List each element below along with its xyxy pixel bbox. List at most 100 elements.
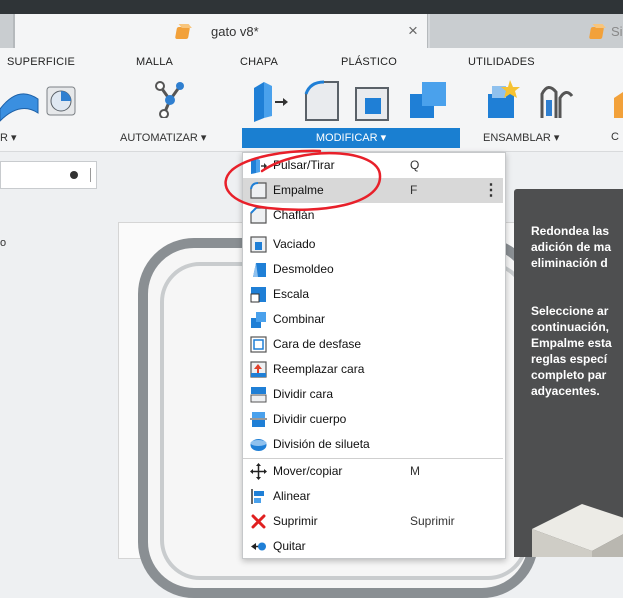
new-component-icon <box>488 80 520 118</box>
document-tab-next[interactable]: Si <box>430 14 623 48</box>
tab-superficie[interactable]: SUPERFICIE <box>7 56 75 68</box>
document-tab-title: gato v8* <box>211 24 259 39</box>
menu-item-escala[interactable]: Escala <box>243 282 503 307</box>
tab-malla[interactable]: MALLA <box>136 56 173 68</box>
modify-dropdown-menu: Pulsar/Tirar Q Empalme F ⋮ Chaflán Vacia… <box>242 152 506 559</box>
split-body-icon <box>250 412 267 427</box>
modify-menu-button[interactable]: MODIFICAR ▾ <box>242 128 460 148</box>
assemble-tool-icons <box>488 80 623 118</box>
menu-item-shortcut: M <box>410 464 420 478</box>
menu-item-label: Chaflán <box>273 208 315 222</box>
fillet-icon <box>304 80 339 121</box>
more-options-icon[interactable]: ⋮ <box>483 180 499 200</box>
tooltip-line: completo par <box>531 368 607 382</box>
joint-icon <box>540 86 574 118</box>
menu-item-label: Empalme <box>273 183 324 197</box>
document-cube-icon <box>588 27 605 39</box>
replace-face-icon <box>250 361 267 378</box>
menu-item-cara-de-desfase[interactable]: Cara de desfase <box>243 332 503 357</box>
tooltip-line: Redondea las <box>531 224 610 238</box>
partial-tool-icon <box>614 92 623 118</box>
document-tab-next-title: Si <box>611 24 623 39</box>
combine-icon <box>251 312 266 328</box>
draft-icon <box>253 263 266 277</box>
menu-item-shortcut: Suprimir <box>410 514 455 528</box>
menu-item-dividir-cuerpo[interactable]: Dividir cuerpo <box>243 407 503 432</box>
menu-item-division-de-silueta[interactable]: División de silueta <box>243 432 503 457</box>
visibility-dot-icon[interactable] <box>70 171 78 179</box>
align-icon <box>251 489 264 504</box>
delete-icon <box>251 514 266 529</box>
remove-icon <box>251 542 266 551</box>
press-pull-icon <box>254 82 288 122</box>
menu-item-desmoldeo[interactable]: Desmoldeo <box>243 257 503 282</box>
tooltip-line: Seleccione ar <box>531 304 609 318</box>
tooltip-line: continuación, <box>531 320 609 334</box>
command-tooltip: Redondea las adición de ma eliminación d… <box>514 189 623 557</box>
tooltip-line: adición de ma <box>531 240 612 254</box>
document-tab-bar: gato v8* × Si <box>0 14 623 48</box>
menu-item-combinar[interactable]: Combinar <box>243 307 503 332</box>
browser-panel-header[interactable] <box>0 161 97 189</box>
combine-icon <box>410 82 446 118</box>
tooltip-line: Empalme esta <box>531 336 612 350</box>
tab-plastico[interactable]: PLÁSTICO <box>341 56 397 68</box>
menu-item-pulsar-tirar[interactable]: Pulsar/Tirar Q <box>243 153 503 178</box>
menu-item-quitar[interactable]: Quitar <box>243 534 503 559</box>
menu-item-label: Alinear <box>273 489 311 503</box>
move-icon <box>250 463 267 480</box>
menu-item-suprimir[interactable]: Suprimir Suprimir <box>243 509 503 534</box>
group-assemble[interactable]: ENSAMBLAR ▾ <box>483 131 559 144</box>
fillet-icon <box>250 182 267 199</box>
menu-item-dividir-cara[interactable]: Dividir cara <box>243 382 503 407</box>
automate-icon[interactable] <box>150 78 190 118</box>
shell-icon <box>355 87 389 121</box>
tab-utilidades[interactable]: UTILIDADES <box>468 56 535 68</box>
menu-item-label: Combinar <box>273 312 326 326</box>
group-right-cut[interactable]: C <box>611 131 619 143</box>
tooltip-illustration <box>532 504 623 557</box>
window-title-strip <box>0 0 623 14</box>
menu-item-alinear[interactable]: Alinear <box>243 484 503 509</box>
menu-item-label: Vaciado <box>273 237 316 251</box>
document-cube-icon <box>174 27 191 39</box>
panel-divider <box>90 168 91 182</box>
document-tab-previous[interactable] <box>0 14 14 48</box>
tooltip-line: adyacentes. <box>531 384 600 398</box>
offset-face-icon <box>250 336 267 353</box>
browser-panel-item-label[interactable]: o <box>0 237 6 249</box>
menu-item-label: Pulsar/Tirar <box>273 158 335 172</box>
menu-item-empalme[interactable]: Empalme F ⋮ <box>243 178 503 203</box>
tooltip-line: reglas especí <box>531 352 608 366</box>
surface-patch-icon[interactable] <box>0 81 80 123</box>
toolbar: SUPERFICIE MALLA CHAPA PLÁSTICO UTILIDAD… <box>0 48 623 152</box>
menu-item-vaciado[interactable]: Vaciado <box>243 232 503 257</box>
menu-item-shortcut: F <box>410 183 418 197</box>
menu-item-label: Dividir cuerpo <box>273 412 347 426</box>
menu-item-label: Mover/copiar <box>273 464 343 478</box>
chamfer-icon <box>250 207 267 224</box>
press-pull-icon <box>251 158 267 174</box>
modify-tool-icons <box>254 80 446 122</box>
menu-item-label: Desmoldeo <box>273 262 334 276</box>
shell-icon <box>250 236 267 253</box>
modify-menu-label: MODIFICAR ▾ <box>315 132 387 144</box>
menu-item-chaflan[interactable]: Chaflán <box>243 203 503 228</box>
menu-item-label: Escala <box>273 287 310 301</box>
split-face-icon <box>250 387 267 403</box>
close-icon[interactable]: × <box>408 21 418 41</box>
menu-item-label: Cara de desfase <box>273 337 362 351</box>
group-automate[interactable]: AUTOMATIZAR ▾ <box>120 131 206 144</box>
document-tab-active[interactable]: gato v8* × <box>14 14 428 48</box>
menu-item-mover-copiar[interactable]: Mover/copiar M <box>243 459 503 484</box>
menu-item-label: Dividir cara <box>273 387 334 401</box>
tooltip-line: eliminación d <box>531 256 608 270</box>
menu-item-label: División de silueta <box>273 437 370 451</box>
group-left-cut[interactable]: R ▾ <box>0 131 17 144</box>
menu-item-label: Suprimir <box>273 514 318 528</box>
tab-chapa[interactable]: CHAPA <box>240 56 278 68</box>
menu-item-reemplazar-cara[interactable]: Reemplazar cara <box>243 357 503 382</box>
menu-item-shortcut: Q <box>410 158 420 172</box>
menu-item-label: Quitar <box>273 539 306 553</box>
menu-item-label: Reemplazar cara <box>273 362 365 376</box>
